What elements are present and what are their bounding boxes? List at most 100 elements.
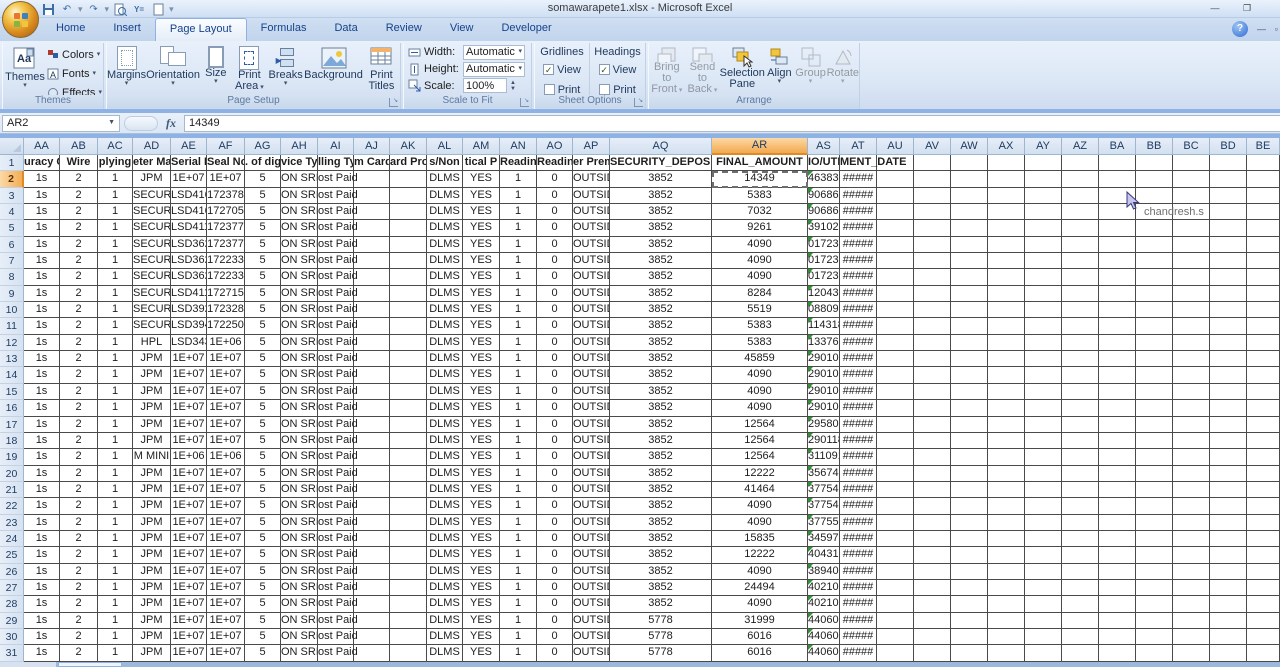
cell-AO29[interactable]: 0: [537, 613, 573, 629]
cell-AA13[interactable]: 1s: [24, 351, 60, 367]
cell-AG8[interactable]: 5: [245, 269, 281, 285]
cell-AM22[interactable]: YES: [463, 498, 500, 514]
cell-AZ28[interactable]: [1062, 596, 1099, 612]
cell-AM9[interactable]: YES: [463, 286, 500, 302]
cell-AT25[interactable]: #####: [840, 547, 877, 563]
cell-BC27[interactable]: [1173, 580, 1210, 596]
cell-AD29[interactable]: JPM: [133, 613, 171, 629]
column-header-AK[interactable]: AK: [390, 138, 427, 155]
cell-AB13[interactable]: 2: [60, 351, 98, 367]
cell-AI30[interactable]: ost Paid: [318, 629, 354, 645]
cell-AD30[interactable]: JPM: [133, 629, 171, 645]
cell-AT21[interactable]: #####: [840, 482, 877, 498]
cell-BA21[interactable]: [1099, 482, 1136, 498]
cell-AL30[interactable]: DLMS: [427, 629, 463, 645]
cell-AC24[interactable]: 1: [98, 531, 133, 547]
cell-AX11[interactable]: [988, 318, 1025, 334]
cell-AA10[interactable]: 1s: [24, 302, 60, 318]
cell-AX9[interactable]: [988, 286, 1025, 302]
cell-AA5[interactable]: 1s: [24, 220, 60, 236]
cell-AF29[interactable]: 1E+07: [207, 613, 245, 629]
cell-BD4[interactable]: [1210, 204, 1247, 220]
cell-AN3[interactable]: 1: [500, 188, 537, 204]
cell-AB6[interactable]: 2: [60, 237, 98, 253]
cell-AH11[interactable]: ON SRB: [281, 318, 318, 334]
cell-AP27[interactable]: OUTSIDE: [573, 580, 610, 596]
column-header-BE[interactable]: BE: [1247, 138, 1280, 155]
cell-AW14[interactable]: [951, 367, 988, 383]
cell-BA9[interactable]: [1099, 286, 1136, 302]
cell-AY5[interactable]: [1025, 220, 1062, 236]
cell-AP2[interactable]: OUTSIDE: [573, 171, 610, 187]
row-header-27[interactable]: 27: [0, 580, 24, 596]
cell-AC11[interactable]: 1: [98, 318, 133, 334]
minimize-button[interactable]: —: [1202, 2, 1228, 15]
cell-AS25[interactable]: 404316: [808, 547, 840, 563]
cell-AB20[interactable]: 2: [60, 466, 98, 482]
cell-AU26[interactable]: [877, 564, 914, 580]
cell-AP17[interactable]: OUTSIDE: [573, 417, 610, 433]
scale-input[interactable]: 100%: [463, 78, 507, 93]
cell-AK1[interactable]: ard Pro: [390, 155, 427, 171]
cell-AP9[interactable]: OUTSIDE: [573, 286, 610, 302]
cell-AE30[interactable]: 1E+07: [171, 629, 207, 645]
cell-BE11[interactable]: [1247, 318, 1280, 334]
cell-AV6[interactable]: [914, 237, 951, 253]
cell-AF31[interactable]: 1E+07: [207, 645, 245, 661]
cell-AP15[interactable]: OUTSIDE: [573, 384, 610, 400]
cell-BC12[interactable]: [1173, 335, 1210, 351]
cell-BC5[interactable]: [1173, 220, 1210, 236]
breaks-button[interactable]: ▶ Breaks ▾: [267, 43, 304, 95]
cell-AO9[interactable]: 0: [537, 286, 573, 302]
cell-AN18[interactable]: 1: [500, 433, 537, 449]
cell-AF25[interactable]: 1E+07: [207, 547, 245, 563]
cell-AK26[interactable]: [390, 564, 427, 580]
cell-AG12[interactable]: 5: [245, 335, 281, 351]
cell-AW9[interactable]: [951, 286, 988, 302]
cell-BB6[interactable]: [1136, 237, 1173, 253]
cell-AU19[interactable]: [877, 449, 914, 465]
cell-AP21[interactable]: OUTSIDE: [573, 482, 610, 498]
column-header-AT[interactable]: AT: [840, 138, 877, 155]
row-header-28[interactable]: 28: [0, 596, 24, 612]
cell-AW29[interactable]: [951, 613, 988, 629]
cell-AO14[interactable]: 0: [537, 367, 573, 383]
cell-AE2[interactable]: 1E+07: [171, 171, 207, 187]
cell-AR28[interactable]: 4090: [712, 596, 808, 612]
cell-AJ22[interactable]: [354, 498, 390, 514]
cell-BE14[interactable]: [1247, 367, 1280, 383]
cell-AA9[interactable]: 1s: [24, 286, 60, 302]
cell-AZ8[interactable]: [1062, 269, 1099, 285]
cell-AY21[interactable]: [1025, 482, 1062, 498]
cell-AJ11[interactable]: [354, 318, 390, 334]
cell-AZ1[interactable]: [1062, 155, 1099, 171]
cell-AY1[interactable]: [1025, 155, 1062, 171]
row-header-20[interactable]: 20: [0, 466, 24, 482]
cell-AM17[interactable]: YES: [463, 417, 500, 433]
cell-AL31[interactable]: DLMS: [427, 645, 463, 661]
cell-BE17[interactable]: [1247, 417, 1280, 433]
cell-AF15[interactable]: 1E+07: [207, 384, 245, 400]
cell-AU3[interactable]: [877, 188, 914, 204]
cell-AX14[interactable]: [988, 367, 1025, 383]
cell-BC1[interactable]: [1173, 155, 1210, 171]
cell-AT2[interactable]: #####: [840, 171, 877, 187]
cell-AW6[interactable]: [951, 237, 988, 253]
cell-AQ4[interactable]: 3852: [610, 204, 712, 220]
row-header-7[interactable]: 7: [0, 253, 24, 269]
cell-AO30[interactable]: 0: [537, 629, 573, 645]
cell-AI21[interactable]: ost Paid: [318, 482, 354, 498]
cell-BE24[interactable]: [1247, 531, 1280, 547]
column-header-BD[interactable]: BD: [1210, 138, 1247, 155]
cell-AJ29[interactable]: [354, 613, 390, 629]
column-header-BA[interactable]: BA: [1099, 138, 1136, 155]
cell-AE5[interactable]: LSD411: [171, 220, 207, 236]
cell-AK25[interactable]: [390, 547, 427, 563]
cell-AX30[interactable]: [988, 629, 1025, 645]
cell-AO2[interactable]: 0: [537, 171, 573, 187]
cell-AL10[interactable]: DLMS: [427, 302, 463, 318]
cell-AF14[interactable]: 1E+07: [207, 367, 245, 383]
cell-AD6[interactable]: SECURE: [133, 237, 171, 253]
cell-AV27[interactable]: [914, 580, 951, 596]
cell-AF23[interactable]: 1E+07: [207, 515, 245, 531]
